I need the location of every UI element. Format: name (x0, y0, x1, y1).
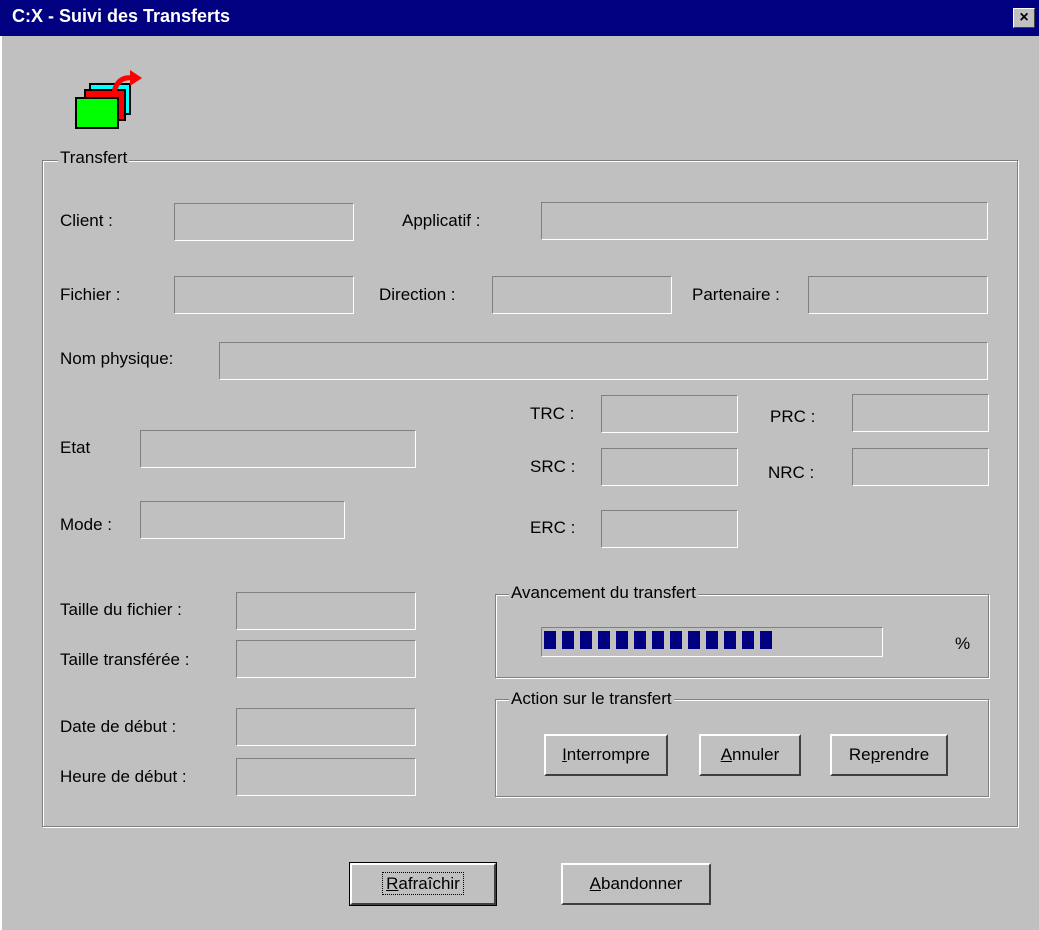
mode-label: Mode : (60, 515, 112, 534)
fichier-label: Fichier : (60, 285, 121, 304)
partenaire-label: Partenaire : (692, 285, 780, 304)
progress-segment (760, 631, 772, 649)
progress-segment (634, 631, 646, 649)
applicatif-field[interactable] (541, 202, 988, 240)
progress-segment (724, 631, 736, 649)
nrc-label: NRC : (768, 463, 815, 482)
applicatif-label: Applicatif : (402, 211, 481, 230)
date-debut-field[interactable] (236, 708, 416, 746)
rafraichir-accel: R (386, 874, 399, 893)
rafraichir-button[interactable]: Rafraîchir (349, 862, 497, 906)
annuler-rest: nnuler (732, 745, 780, 764)
progress-bar (541, 627, 883, 657)
action-group-title: Action sur le transfert (509, 689, 674, 709)
abandonner-rest: bandonner (601, 874, 683, 893)
rafraichir-rest: afraîchir (398, 874, 460, 893)
heure-debut-label: Heure de début : (60, 767, 187, 786)
progress-segment (688, 631, 700, 649)
date-debut-label: Date de début : (60, 717, 177, 736)
nrc-field[interactable] (852, 448, 989, 486)
progress-segment (742, 631, 754, 649)
annuler-button[interactable]: Annuler (699, 734, 801, 776)
direction-field[interactable] (492, 276, 672, 314)
client-label: Client : (60, 211, 113, 230)
abandonner-accel: A (589, 874, 602, 893)
progress-segment (706, 631, 718, 649)
progress-segment (616, 631, 628, 649)
client-field[interactable] (174, 203, 354, 241)
etat-label: Etat (60, 438, 91, 457)
etat-field[interactable] (140, 430, 416, 468)
src-label: SRC : (530, 457, 576, 476)
prc-label: PRC : (770, 407, 816, 426)
taille-fichier-field[interactable] (236, 592, 416, 630)
nom-physique-field[interactable] (219, 342, 988, 380)
progress-segment (580, 631, 592, 649)
progress-segment (562, 631, 574, 649)
reprendre-rest: rendre (880, 745, 930, 764)
src-field[interactable] (601, 448, 738, 486)
progress-segment (670, 631, 682, 649)
mode-field[interactable] (140, 501, 345, 539)
interrompre-rest: nterrompre (566, 745, 650, 764)
transfert-group-title: Transfert (58, 148, 130, 168)
close-icon: × (1019, 9, 1029, 26)
trc-label: TRC : (530, 404, 575, 423)
reprendre-accel: p (870, 745, 881, 764)
annuler-accel: A (720, 745, 733, 764)
window-title: C:X - Suivi des Transferts (12, 6, 231, 26)
taille-fichier-label: Taille du fichier : (60, 600, 182, 619)
progress-segment (544, 631, 556, 649)
nom-physique-label: Nom physique: (60, 349, 174, 368)
interrompre-button[interactable]: Interrompre (544, 734, 668, 776)
progress-group-title: Avancement du transfert (509, 583, 698, 603)
reprendre-button[interactable]: Reprendre (830, 734, 948, 776)
close-button[interactable]: × (1013, 8, 1035, 28)
prc-field[interactable] (852, 394, 989, 432)
partenaire-field[interactable] (808, 276, 988, 314)
reprendre-pre: Re (848, 745, 871, 764)
trc-field[interactable] (601, 395, 738, 433)
taille-transferee-label: Taille transférée : (60, 650, 190, 669)
title-bar[interactable]: C:X - Suivi des Transferts × (0, 0, 1039, 36)
progress-segment (652, 631, 664, 649)
percent-label: % (955, 634, 971, 653)
erc-label: ERC : (530, 518, 576, 537)
direction-label: Direction : (379, 285, 456, 304)
rafraichir-focus: Rafraîchir (382, 872, 464, 895)
window-left-border (0, 36, 8, 930)
erc-field[interactable] (601, 510, 738, 548)
transfer-cards-icon (74, 70, 144, 132)
abandonner-button[interactable]: Abandonner (561, 863, 711, 905)
taille-transferee-field[interactable] (236, 640, 416, 678)
progress-segment (598, 631, 610, 649)
heure-debut-field[interactable] (236, 758, 416, 796)
fichier-field[interactable] (174, 276, 354, 314)
